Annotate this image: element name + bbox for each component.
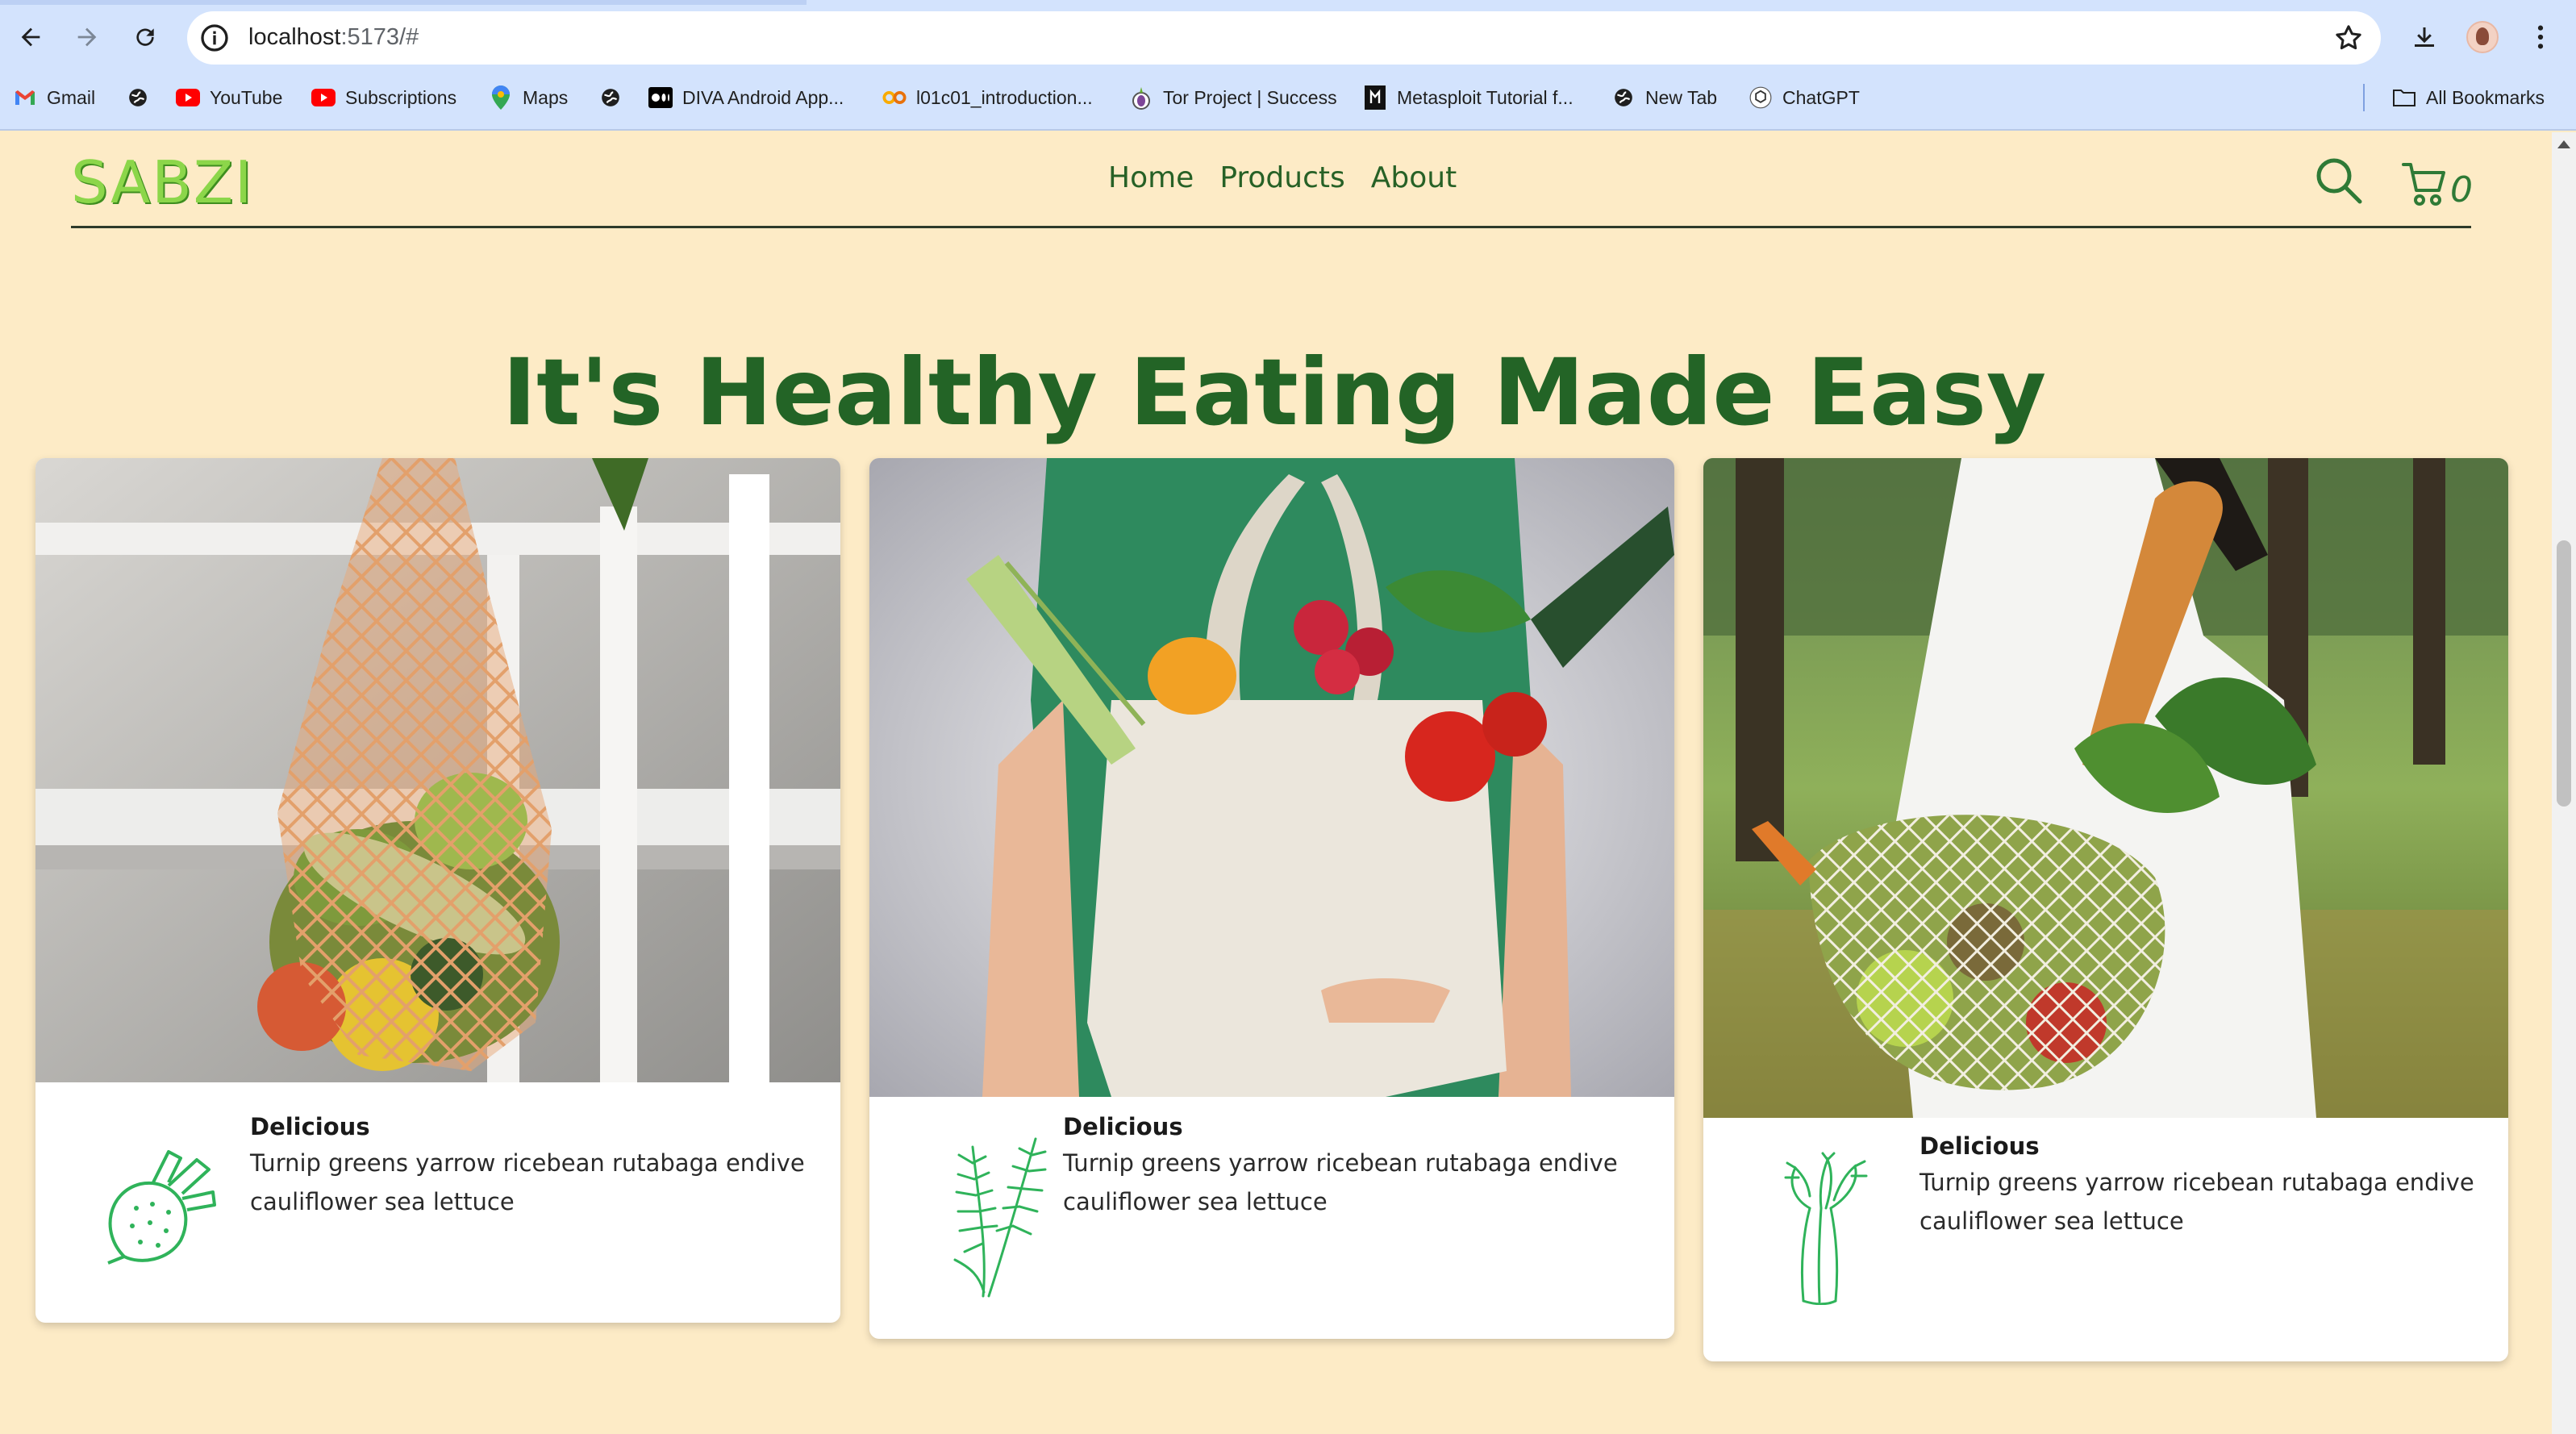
header-divider bbox=[71, 226, 2471, 228]
bookmark-metasploit[interactable]: Metasploit Tutorial f... bbox=[1363, 77, 1574, 118]
gmail-icon bbox=[13, 85, 37, 110]
browser-chrome: localhost:5173/# Gmail YouTube Subscript… bbox=[0, 0, 2576, 131]
colab-icon bbox=[882, 85, 907, 110]
hero-headline: It's Healthy Eating Made Easy bbox=[502, 339, 2047, 446]
youtube-icon bbox=[176, 85, 200, 110]
site-logo[interactable]: SABZI bbox=[71, 148, 253, 216]
bookmark-maps[interactable]: Maps bbox=[489, 77, 568, 118]
chatgpt-icon bbox=[1749, 85, 1773, 110]
feature-card: Delicious Turnip greens yarrow ricebean … bbox=[1703, 458, 2508, 1361]
medium-icon bbox=[648, 85, 673, 110]
kebab-menu-icon bbox=[2537, 25, 2544, 49]
bookmarks-bar: Gmail YouTube Subscriptions Maps DIVA An… bbox=[0, 77, 2576, 118]
nav-products[interactable]: Products bbox=[1219, 161, 1344, 194]
bookmark-youtube[interactable]: YouTube bbox=[176, 77, 282, 118]
feature-card: Delicious Turnip greens yarrow ricebean … bbox=[35, 458, 840, 1323]
profile-avatar[interactable] bbox=[2466, 21, 2499, 53]
reload-button[interactable] bbox=[126, 18, 165, 56]
rosemary-icon bbox=[953, 1137, 1047, 1298]
back-arrow-icon bbox=[21, 27, 40, 47]
page-scrollbar[interactable] bbox=[2552, 132, 2576, 1434]
forward-button[interactable] bbox=[68, 18, 106, 56]
maps-icon bbox=[489, 85, 513, 110]
card-title: Delicious bbox=[1919, 1132, 2040, 1160]
tor-icon bbox=[1129, 85, 1153, 110]
forward-arrow-icon bbox=[77, 27, 97, 47]
folder-icon bbox=[2392, 85, 2416, 110]
all-bookmarks-button[interactable]: All Bookmarks bbox=[2392, 77, 2545, 118]
site-info-icon[interactable] bbox=[198, 22, 231, 54]
page-content: SABZI Home Products About 0 It's Healthy… bbox=[0, 132, 2576, 1434]
download-button[interactable] bbox=[2405, 18, 2444, 56]
beet-icon bbox=[107, 1150, 216, 1265]
youtube-icon bbox=[311, 85, 336, 110]
url-path: :5173/# bbox=[340, 24, 419, 50]
feature-card: Delicious Turnip greens yarrow ricebean … bbox=[869, 458, 1674, 1339]
globe-icon bbox=[126, 85, 150, 110]
scrollbar-thumb[interactable] bbox=[2557, 540, 2571, 807]
card-text: Turnip greens yarrow ricebean rutabaga e… bbox=[1063, 1149, 1618, 1215]
bookmark-star-icon[interactable] bbox=[2332, 22, 2365, 54]
main-nav: Home Products About bbox=[1108, 161, 1457, 194]
globe-icon bbox=[1611, 85, 1636, 110]
browser-menu-button[interactable] bbox=[2521, 18, 2560, 56]
card-title: Delicious bbox=[1063, 1113, 1183, 1140]
mesh-bag-fruit-photo bbox=[35, 458, 840, 1082]
bookmarks-separator bbox=[2363, 84, 2365, 111]
bookmark-chatgpt[interactable]: ChatGPT bbox=[1749, 77, 1860, 118]
card-text: Turnip greens yarrow ricebean rutabaga e… bbox=[250, 1149, 805, 1215]
celery-icon bbox=[1784, 1152, 1868, 1305]
url-host: localhost bbox=[248, 24, 341, 50]
tote-bag-vegetables-photo bbox=[869, 458, 1674, 1097]
bookmark-tor[interactable]: Tor Project | Success bbox=[1129, 77, 1337, 118]
back-button[interactable] bbox=[11, 18, 50, 56]
nav-home[interactable]: Home bbox=[1108, 161, 1194, 194]
cart-button[interactable]: 0 bbox=[2400, 156, 2478, 208]
reload-icon bbox=[136, 28, 154, 46]
address-bar[interactable]: localhost:5173/# bbox=[187, 11, 2381, 65]
metasploit-icon bbox=[1363, 85, 1387, 110]
url-text[interactable]: localhost:5173/# bbox=[248, 24, 419, 51]
card-text: Turnip greens yarrow ricebean rutabaga e… bbox=[1919, 1169, 2474, 1235]
nav-about[interactable]: About bbox=[1371, 161, 1457, 194]
bookmark-globe-1[interactable] bbox=[126, 77, 150, 118]
card-title: Delicious bbox=[250, 1113, 370, 1140]
search-icon[interactable] bbox=[2313, 155, 2365, 206]
cart-icon bbox=[2402, 163, 2445, 206]
net-bag-groceries-photo bbox=[1703, 458, 2508, 1118]
scroll-up-arrow-icon[interactable] bbox=[2557, 140, 2570, 148]
cart-count: 0 bbox=[2450, 169, 2473, 211]
bookmark-colab[interactable]: l01c01_introduction... bbox=[882, 77, 1093, 118]
bookmark-diva[interactable]: DIVA Android App... bbox=[648, 77, 844, 118]
download-icon bbox=[2415, 27, 2434, 47]
bookmark-gmail[interactable]: Gmail bbox=[13, 77, 95, 118]
bookmark-globe-2[interactable] bbox=[598, 77, 623, 118]
globe-icon bbox=[598, 85, 623, 110]
bookmark-subscriptions[interactable]: Subscriptions bbox=[311, 77, 456, 118]
tab-strip bbox=[0, 0, 807, 5]
bookmark-new-tab[interactable]: New Tab bbox=[1611, 77, 1717, 118]
